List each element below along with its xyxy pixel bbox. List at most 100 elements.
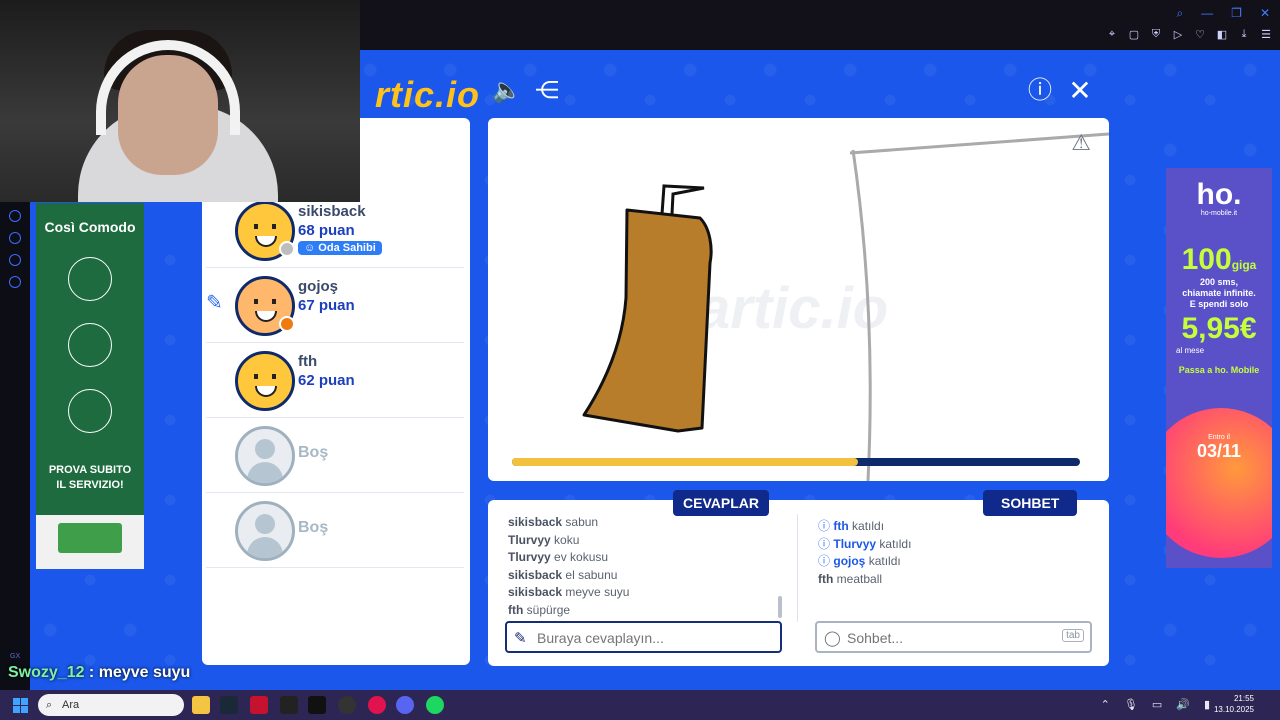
- list-item: Tlurvyy koku: [508, 532, 580, 547]
- minimize-icon[interactable]: —: [1201, 6, 1213, 21]
- ad-brand: Così Comodo: [44, 219, 136, 235]
- list-item: sikisback sabun: [508, 515, 599, 529]
- microphone-icon[interactable]: 🎙: [1124, 698, 1138, 711]
- player-score: 67 puan: [298, 297, 355, 314]
- app-icon[interactable]: [338, 696, 356, 714]
- clock[interactable]: 21:55 13.10.2025: [1214, 693, 1254, 715]
- maximize-icon[interactable]: ❐: [1231, 6, 1242, 21]
- list-item: fth meatball: [818, 571, 883, 586]
- player-row: ✎ gojoş 67 puan: [206, 268, 464, 343]
- divider: [797, 514, 798, 622]
- report-warning-icon[interactable]: ⚠: [1071, 130, 1091, 156]
- list-item: fth süpürge: [508, 602, 571, 617]
- gx-sidebar: GX: [0, 200, 30, 690]
- download-icon[interactable]: ⤓: [1238, 28, 1250, 41]
- player-icon[interactable]: [9, 210, 21, 222]
- info-icon: ⓘ: [818, 554, 831, 568]
- discord-icon[interactable]: [396, 696, 414, 714]
- shield-icon[interactable]: ⛨: [1150, 28, 1162, 41]
- info-icon: ⓘ: [818, 519, 831, 533]
- ad-banner-right[interactable]: ho. ho-mobile.it 100giga 200 sms, chiama…: [1166, 168, 1272, 568]
- network-icon[interactable]: ▭: [1152, 698, 1162, 711]
- drawing-canvas[interactable]: artic.io ⚠: [488, 118, 1109, 481]
- system-tray: ⌃ 🎙 ▭ 🔊 ▮: [1101, 698, 1210, 711]
- settings-icon[interactable]: [9, 276, 21, 288]
- battery-icon[interactable]: ▮: [1204, 698, 1210, 711]
- info-icon[interactable]: ⓘ: [1023, 76, 1057, 106]
- list-item: ⓘ fth katıldı: [818, 519, 885, 533]
- browser-toolbar: ⌖ ▢ ⛨ ▷ ♡ ◧ ⤓ ☰: [1106, 28, 1272, 41]
- ad-line: 200 sms,: [1199, 277, 1239, 287]
- room-owner-badge: ☺ Oda Sahibi: [298, 241, 382, 255]
- answer-input[interactable]: [537, 628, 747, 648]
- player-row: fth 62 puan: [206, 343, 464, 418]
- close-window-icon[interactable]: ✕: [1260, 6, 1270, 21]
- player-name: gojoş: [298, 278, 338, 295]
- empty-label: Boş: [298, 444, 329, 461]
- answer-input-box[interactable]: ✎: [505, 621, 782, 653]
- window-controls: ⌕ — ❐ ✕: [1176, 6, 1270, 21]
- windows-start-icon[interactable]: [13, 698, 28, 713]
- spotify-icon[interactable]: [426, 696, 444, 714]
- monitor-icon: [68, 257, 112, 301]
- tab-key-hint: tab: [1062, 629, 1084, 642]
- heart-icon[interactable]: ♡: [1194, 28, 1206, 41]
- volume-icon[interactable]: 🔊: [1176, 698, 1190, 711]
- game-logo: rtic.io: [375, 74, 481, 115]
- app-icon[interactable]: [250, 696, 268, 714]
- file-explorer-icon[interactable]: [192, 696, 210, 714]
- search-icon: ⌕: [46, 699, 53, 711]
- pin-icon[interactable]: ⌖: [1106, 28, 1118, 41]
- close-icon[interactable]: ✕: [1063, 76, 1097, 106]
- sound-icon[interactable]: 🔈: [490, 76, 524, 106]
- player-name: sikisback: [298, 203, 366, 220]
- answers-scrollbar[interactable]: [778, 596, 782, 618]
- taskbar-search[interactable]: ⌕ Ara: [38, 694, 184, 716]
- tab-answers[interactable]: CEVAPLAR: [673, 490, 769, 516]
- empty-label: Boş: [298, 519, 329, 536]
- opera-gx-icon[interactable]: [368, 696, 386, 714]
- list-item: ⓘ Tlurvyy katıldı: [818, 536, 912, 551]
- ad-line: chiamate infinite.: [1182, 288, 1256, 298]
- search-icon[interactable]: ⌕: [1176, 6, 1183, 21]
- ad-per: al mese: [1176, 346, 1205, 355]
- empty-avatar: [235, 501, 295, 561]
- profile-avatar[interactable]: ◧: [1216, 28, 1228, 41]
- ad-brand: ho.: [1196, 178, 1242, 211]
- ad-cta: Passa a ho. Mobile: [1178, 365, 1260, 375]
- stream-chat-message: Swozy_12 : meyve suyu: [8, 664, 191, 681]
- menu-icon[interactable]: ☰: [1260, 28, 1272, 41]
- list-item: ⓘ gojoş katıldı: [818, 554, 901, 568]
- chevron-up-icon[interactable]: ⌃: [1101, 698, 1110, 711]
- extensions-icon[interactable]: [9, 254, 21, 266]
- list-item: sikisback el sabunu: [508, 567, 618, 582]
- webcam-overlay: [0, 0, 360, 202]
- app-icon[interactable]: [280, 696, 298, 714]
- bag-icon: [68, 323, 112, 367]
- timer-fill: [512, 458, 859, 466]
- share-icon[interactable]: ⋲: [530, 76, 564, 106]
- ad-truck-image: [36, 515, 144, 569]
- play-icon[interactable]: ▷: [1172, 28, 1184, 41]
- drawing-svg: artic.io: [582, 132, 1109, 481]
- chat-input[interactable]: [847, 628, 1057, 648]
- steam-icon[interactable]: [220, 696, 238, 714]
- ad-date: 03/11: [1196, 441, 1242, 461]
- chat-list: ⓘ fth katıldı ⓘ Tlurvyy katıldı ⓘ gojoş …: [818, 518, 911, 588]
- tab-chat[interactable]: SOHBET: [983, 490, 1078, 516]
- player-name: fth: [298, 353, 318, 370]
- history-icon[interactable]: [9, 232, 21, 244]
- chat-input-box[interactable]: ◯ tab: [815, 621, 1092, 653]
- ad-banner-left[interactable]: Così Comodo PROVA SUBITO IL SERVIZIO!: [36, 203, 144, 569]
- empty-avatar: [235, 426, 295, 486]
- empty-slot: Boş: [206, 493, 464, 568]
- ad-giga: 100giga: [1181, 243, 1257, 276]
- snapshot-icon[interactable]: ▢: [1128, 28, 1140, 41]
- player-row: sikisback 68 puan ☺ Oda Sahibi: [206, 193, 464, 268]
- chat-bubble-icon: ◯: [824, 630, 841, 647]
- epic-games-icon[interactable]: [308, 696, 326, 714]
- player-score: 62 puan: [298, 372, 355, 389]
- ad-price: 5,95€: [1181, 312, 1257, 345]
- info-icon: ⓘ: [818, 536, 831, 551]
- ad-cta: PROVA SUBITO IL SERVIZIO!: [48, 464, 132, 491]
